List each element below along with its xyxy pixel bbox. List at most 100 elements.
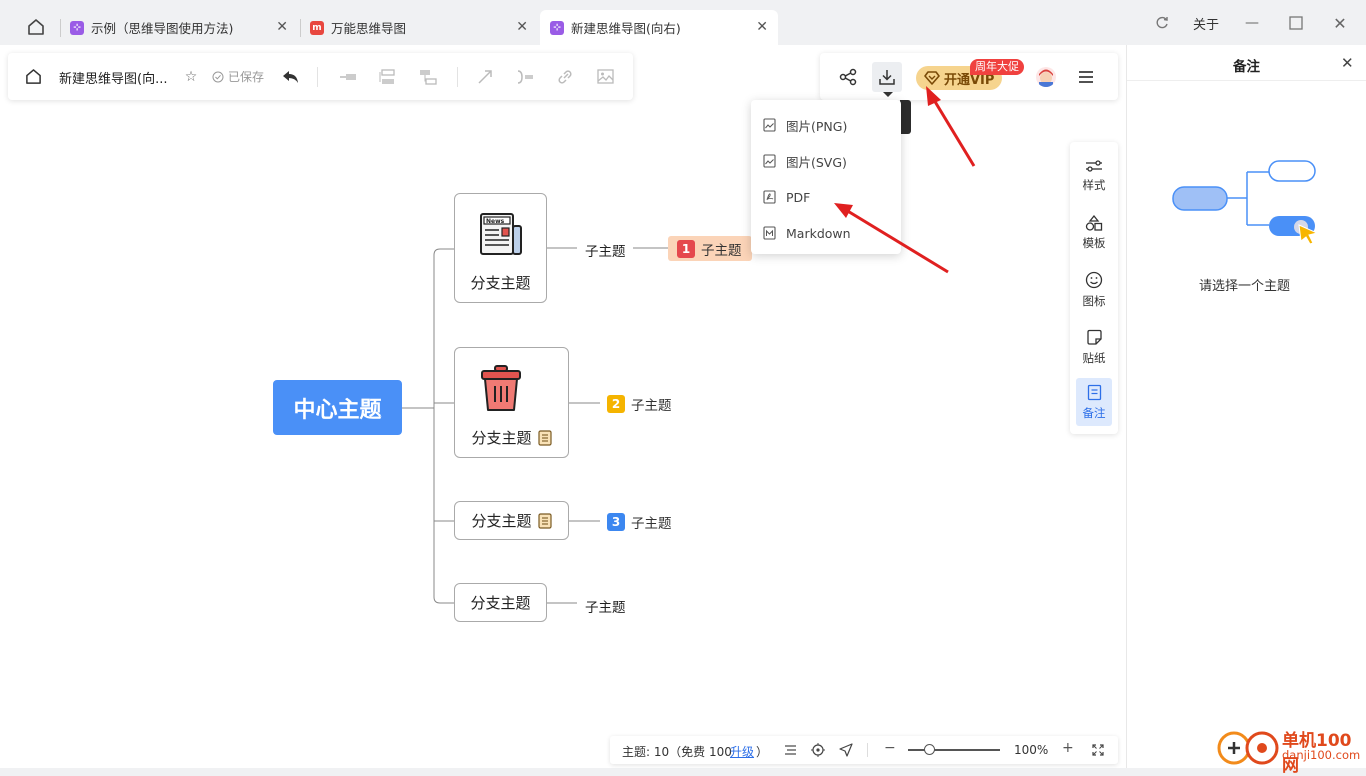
- notes-panel-header: 备注 ✕: [1127, 45, 1366, 81]
- star-icon[interactable]: ☆: [182, 53, 200, 100]
- priority-1-badge: 1: [677, 239, 695, 258]
- notes-panel-title: 备注: [1233, 59, 1260, 75]
- subtopic-1-priority[interactable]: 1 子主题: [668, 236, 752, 261]
- menu-label: 图片(SVG): [786, 154, 847, 170]
- select-topic-illustration: [1172, 160, 1319, 245]
- empty-state-text: 请选择一个主题: [1199, 279, 1291, 294]
- priority-3-badge: 3: [607, 513, 625, 531]
- export-button[interactable]: [872, 62, 902, 92]
- home-button[interactable]: [22, 53, 44, 100]
- branch-label: 分支主题: [471, 512, 532, 530]
- note-attached-icon[interactable]: [537, 429, 552, 446]
- branch-topic-4[interactable]: 分支主题: [454, 583, 547, 622]
- maximize-icon[interactable]: [1286, 12, 1306, 34]
- priority-2-badge: 2: [607, 395, 625, 413]
- sidebar-item-style[interactable]: 样式: [1076, 152, 1112, 200]
- central-topic[interactable]: 中心主题: [273, 380, 402, 435]
- export-markdown-item[interactable]: Markdown: [751, 215, 901, 251]
- tooltip-fragment: [900, 100, 911, 134]
- download-icon: [879, 70, 895, 85]
- zoom-slider[interactable]: [908, 749, 1000, 751]
- note-attached-icon[interactable]: [537, 512, 552, 529]
- check-circle-icon: [212, 71, 224, 82]
- image-icon[interactable]: [595, 53, 615, 100]
- outline-view-icon[interactable]: [784, 744, 797, 756]
- sidebar-item-icon[interactable]: 图标: [1076, 266, 1112, 314]
- watermark-logo: [1217, 731, 1279, 765]
- link-icon[interactable]: [555, 53, 575, 100]
- undo-icon: [283, 70, 298, 83]
- status-divider: [867, 743, 868, 757]
- pdf-file-icon: [763, 190, 776, 204]
- close-window-icon[interactable]: ✕: [1330, 12, 1350, 34]
- image-file-icon: [763, 154, 776, 168]
- newspaper-icon: News: [480, 213, 522, 255]
- upgrade-link[interactable]: 升级: [730, 743, 754, 760]
- close-paren: ）: [756, 745, 769, 759]
- style-sliders-icon: [1086, 160, 1102, 172]
- sidebar-label: 模板: [1082, 236, 1106, 250]
- minimize-icon[interactable]: —: [1242, 12, 1262, 34]
- trash-can-icon: [481, 365, 521, 411]
- sidebar-item-sticker[interactable]: 贴纸: [1076, 323, 1112, 371]
- subtopic-1[interactable]: 子主题: [585, 240, 626, 260]
- svg-text:News: News: [486, 218, 505, 225]
- topic-count: 主题: 10（免费 100: [622, 745, 732, 759]
- branch-label: 分支主题: [470, 594, 531, 612]
- zoom-in-button[interactable]: +: [1062, 740, 1074, 756]
- share-button[interactable]: [837, 66, 859, 88]
- close-panel-icon[interactable]: ✕: [1341, 54, 1354, 72]
- document-title[interactable]: 新建思维导图(向...: [59, 68, 167, 87]
- subtopic-label: 子主题: [631, 516, 672, 532]
- watermark-url: danji100.com: [1282, 748, 1361, 762]
- template-shapes-icon: [1085, 215, 1103, 231]
- sidebar-label: 图标: [1082, 294, 1106, 308]
- export-pdf-item[interactable]: PDF: [751, 179, 901, 215]
- subtopic-2[interactable]: 2 子主题: [607, 394, 672, 414]
- note-icon: [1087, 384, 1101, 400]
- insert-parent-icon[interactable]: [418, 53, 438, 100]
- sidebar-label: 样式: [1082, 178, 1106, 192]
- avatar[interactable]: [1036, 67, 1056, 87]
- branch-topic-3[interactable]: 分支主题: [454, 501, 569, 540]
- zoom-level: 100%: [1014, 743, 1049, 757]
- sidebar-item-template[interactable]: 模板: [1076, 209, 1112, 257]
- menu-label: PDF: [786, 189, 811, 205]
- sidebar-item-note[interactable]: 备注: [1076, 378, 1112, 426]
- menu-button[interactable]: [1076, 67, 1096, 87]
- branch-topic-2[interactable]: 分支主题: [454, 347, 569, 458]
- smiley-icon: [1085, 271, 1103, 289]
- locate-center-icon[interactable]: [811, 743, 825, 757]
- navigate-arrow-icon[interactable]: [839, 743, 853, 757]
- document-toolbar: 新建思维导图(向... ☆ 已保存: [8, 53, 633, 100]
- home-icon: [25, 69, 41, 84]
- branch-topic-1[interactable]: News 分支主题: [454, 193, 547, 303]
- relation-arrow-icon[interactable]: [475, 53, 495, 100]
- branch-label: 分支主题: [471, 429, 532, 447]
- export-png-item[interactable]: 图片(PNG): [751, 107, 901, 143]
- subtopic-label: 子主题: [701, 242, 742, 259]
- insert-child-icon[interactable]: [338, 53, 358, 100]
- refresh-icon[interactable]: [1152, 12, 1172, 34]
- undo-button[interactable]: [280, 53, 302, 100]
- saved-label: 已保存: [227, 70, 264, 84]
- diamond-icon: [924, 71, 940, 85]
- export-svg-item[interactable]: 图片(SVG): [751, 143, 901, 179]
- subtopic-4[interactable]: 子主题: [585, 596, 626, 616]
- caret-down-icon: [883, 92, 893, 97]
- zoom-out-button[interactable]: −: [884, 740, 896, 756]
- watermark: 单机100网 danji100.com: [1216, 724, 1364, 776]
- format-sidebar: 样式 模板 图标 贴纸 备注: [1070, 142, 1118, 434]
- subtopic-label: 子主题: [631, 398, 672, 414]
- summary-icon[interactable]: [515, 53, 535, 100]
- branch-label: 分支主题: [470, 274, 531, 292]
- fullscreen-icon[interactable]: [1092, 744, 1104, 756]
- menu-label: Markdown: [786, 225, 851, 241]
- action-toolbar: 开通VIP 周年大促: [820, 53, 1118, 100]
- about-button[interactable]: 关于: [1188, 12, 1224, 34]
- sidebar-label: 备注: [1082, 405, 1106, 420]
- zoom-slider-handle[interactable]: [924, 744, 935, 755]
- insert-sibling-icon[interactable]: [378, 53, 398, 100]
- subtopic-3[interactable]: 3 子主题: [607, 512, 672, 532]
- markdown-file-icon: [763, 226, 776, 240]
